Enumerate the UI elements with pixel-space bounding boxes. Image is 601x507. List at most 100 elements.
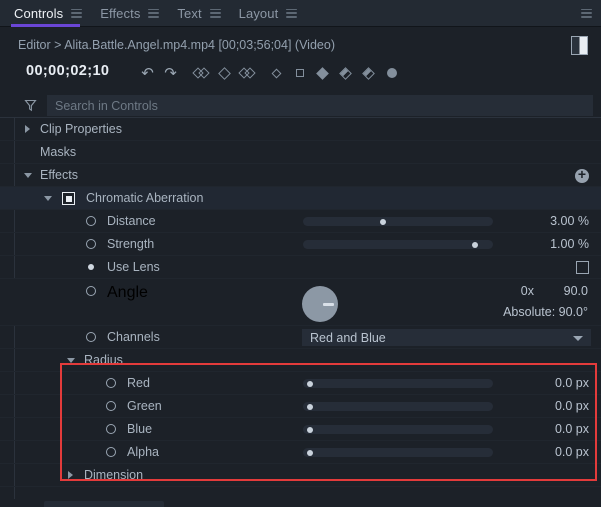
hamburger-icon[interactable]: [148, 9, 159, 18]
param-row-radius-alpha[interactable]: Alpha 0.0 px: [0, 441, 601, 464]
hamburger-icon[interactable]: [210, 9, 221, 18]
param-label-radius-blue: Blue: [127, 422, 152, 436]
keyframe-toolbar: ↶ ↷: [136, 62, 403, 84]
chevron-down-icon[interactable]: [24, 173, 32, 178]
chevron-right-icon[interactable]: [68, 471, 73, 479]
angle-degrees[interactable]: 90.0: [564, 284, 588, 298]
keyframe-smooth-icon[interactable]: [380, 62, 403, 84]
param-value-radius-blue[interactable]: 0.0 px: [555, 422, 589, 436]
param-row-radius-red[interactable]: Red 0.0 px: [0, 372, 601, 395]
keyframe-linear-icon[interactable]: [311, 62, 334, 84]
tree-row-chromatic-aberration[interactable]: Chromatic Aberration: [0, 187, 601, 210]
param-value-distance[interactable]: 3.00 %: [550, 214, 589, 228]
split-view-icon[interactable]: [571, 36, 588, 55]
channels-selected-value: Red and Blue: [302, 331, 386, 345]
tab-layout-label: Layout: [239, 6, 279, 21]
channels-dropdown[interactable]: Red and Blue: [302, 329, 591, 346]
keyframe-dot-icon[interactable]: [88, 264, 94, 270]
tree-row-masks[interactable]: Masks: [0, 141, 601, 164]
angle-dial-icon[interactable]: [302, 286, 338, 322]
tab-layout[interactable]: Layout: [225, 0, 302, 27]
param-row-radius-green[interactable]: Green 0.0 px: [0, 395, 601, 418]
param-row-strength[interactable]: Strength 1.00 %: [0, 233, 601, 256]
keyframe-toggle-icon[interactable]: [86, 332, 96, 342]
slider-radius-blue[interactable]: [303, 425, 493, 434]
controls-tree: Clip Properties Masks Effects + Chromati…: [0, 118, 601, 507]
chevron-down-icon[interactable]: [44, 196, 52, 201]
slider-knob[interactable]: [307, 450, 313, 456]
param-row-use-lens[interactable]: Use Lens: [0, 256, 601, 279]
param-row-distance[interactable]: Distance 3.00 %: [0, 210, 601, 233]
panel-tab-bar: Controls Effects Text Layout: [0, 0, 601, 27]
keyframe-ease-out-icon[interactable]: [357, 62, 380, 84]
param-row-radius-blue[interactable]: Blue 0.0 px: [0, 418, 601, 441]
slider-knob[interactable]: [307, 381, 313, 387]
chevron-right-icon[interactable]: [25, 125, 30, 133]
radius-label: Radius: [84, 353, 123, 367]
use-lens-checkbox[interactable]: [576, 261, 589, 274]
chevron-down-icon[interactable]: [67, 358, 75, 363]
tab-text[interactable]: Text: [163, 0, 224, 27]
keyframe-toggle-icon[interactable]: [86, 286, 96, 296]
hamburger-icon[interactable]: [286, 9, 297, 18]
tree-row-dimension[interactable]: Dimension: [0, 464, 601, 487]
slider-distance[interactable]: [303, 217, 493, 226]
slider-knob[interactable]: [307, 404, 313, 410]
chevron-down-icon[interactable]: [573, 336, 583, 341]
prev-keyframe-icon[interactable]: [190, 62, 213, 84]
param-row-channels[interactable]: Channels Red and Blue: [0, 326, 601, 349]
slider-knob[interactable]: [380, 219, 386, 225]
tab-controls-label: Controls: [14, 6, 63, 21]
effect-enable-checkbox[interactable]: [62, 192, 75, 205]
keyframe-toggle-icon[interactable]: [106, 447, 116, 457]
angle-revolutions[interactable]: 0x: [521, 284, 534, 298]
slider-radius-green[interactable]: [303, 402, 493, 411]
effect-name-label: Chromatic Aberration: [86, 191, 203, 205]
keyframe-ease-in-icon[interactable]: [334, 62, 357, 84]
param-value-radius-green[interactable]: 0.0 px: [555, 399, 589, 413]
breadcrumb: Editor > Alita.Battle.Angel.mp4.mp4 [00;…: [18, 38, 335, 52]
param-label-radius-green: Green: [127, 399, 162, 413]
slider-knob[interactable]: [307, 427, 313, 433]
param-label-use-lens: Use Lens: [107, 260, 160, 274]
keyframe-toggle-icon[interactable]: [86, 216, 96, 226]
tab-controls[interactable]: Controls: [0, 0, 86, 27]
panel-menu-icon[interactable]: [581, 9, 592, 18]
next-keyframe-icon[interactable]: [236, 62, 259, 84]
dimension-label: Dimension: [84, 468, 143, 482]
add-effect-icon[interactable]: +: [575, 169, 589, 183]
keyframe-toggle-icon[interactable]: [106, 378, 116, 388]
slider-strength[interactable]: [303, 240, 493, 249]
search-input[interactable]: [47, 95, 593, 116]
keyframe-toggle-icon[interactable]: [106, 424, 116, 434]
angle-absolute-label: Absolute: 90.0°: [503, 305, 588, 319]
hamburger-icon[interactable]: [71, 9, 82, 18]
tree-row-radius[interactable]: Radius: [0, 349, 601, 372]
slider-radius-red[interactable]: [303, 379, 493, 388]
param-value-radius-red[interactable]: 0.0 px: [555, 376, 589, 390]
tab-effects-label: Effects: [100, 6, 140, 21]
timecode-display[interactable]: 00;00;02;10: [26, 63, 109, 79]
param-label-channels: Channels: [107, 330, 160, 344]
tab-effects[interactable]: Effects: [86, 0, 163, 27]
slider-radius-alpha[interactable]: [303, 448, 493, 457]
keyframe-small-icon[interactable]: [265, 62, 288, 84]
keyframe-hold-icon[interactable]: [288, 62, 311, 84]
undo-icon[interactable]: ↶: [136, 62, 159, 84]
search-row: [0, 93, 601, 118]
add-keyframe-icon[interactable]: [213, 62, 236, 84]
param-row-angle[interactable]: Angle 0x 90.0 Absolute: 90.0°: [0, 279, 601, 326]
param-value-strength[interactable]: 1.00 %: [550, 237, 589, 251]
keyframe-toggle-icon[interactable]: [106, 401, 116, 411]
keyframe-toggle-icon[interactable]: [86, 239, 96, 249]
param-label-angle: Angle: [107, 284, 148, 302]
param-value-radius-alpha[interactable]: 0.0 px: [555, 445, 589, 459]
redo-icon[interactable]: ↷: [159, 62, 182, 84]
tree-row-effects[interactable]: Effects +: [0, 164, 601, 187]
param-label-distance: Distance: [107, 214, 156, 228]
filter-funnel-icon[interactable]: [24, 99, 37, 112]
clip-properties-label: Clip Properties: [40, 122, 122, 136]
tree-row-clip-properties[interactable]: Clip Properties: [0, 118, 601, 141]
tab-text-label: Text: [177, 6, 201, 21]
slider-knob[interactable]: [472, 242, 478, 248]
